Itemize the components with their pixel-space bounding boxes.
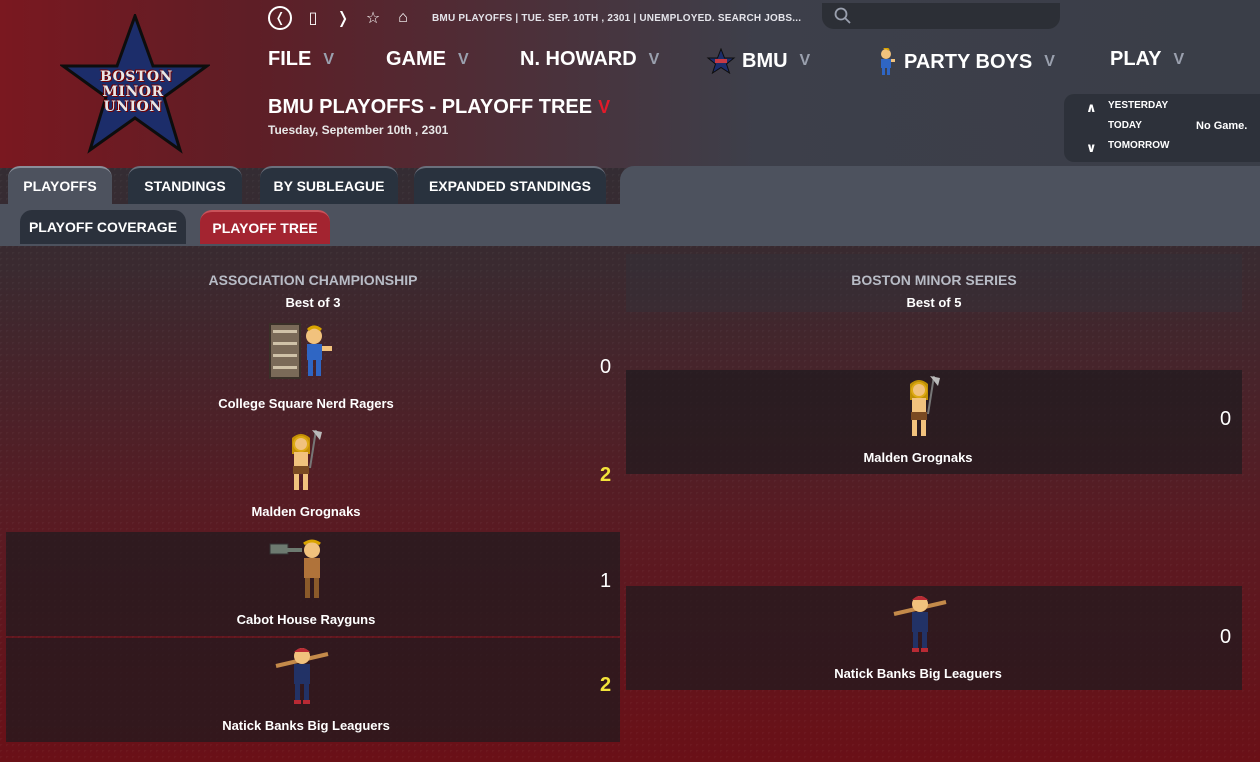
menu-game[interactable]: GAME V <box>386 48 469 71</box>
team-mascot-icon <box>881 48 895 75</box>
yesterday-link[interactable]: YESTERDAY <box>1108 100 1168 111</box>
round-name: BOSTON MINOR SERIES <box>851 272 1017 288</box>
logo-line-1: BOSTON <box>100 69 173 85</box>
menu-team-label: PARTY BOYS <box>904 50 1033 73</box>
baseball-mascot-icon <box>893 596 947 652</box>
menu-file-label: FILE <box>268 48 312 70</box>
team-name: Malden Grognaks <box>251 504 361 519</box>
team-name: Cabot House Rayguns <box>236 612 376 627</box>
round-header: ASSOCIATION CHAMPIONSHIP Best of 3 <box>6 254 620 312</box>
round-format: Best of 5 <box>906 295 962 310</box>
team-score: 2 <box>600 464 612 486</box>
chevron-up-icon[interactable]: ∧ <box>1086 100 1097 116</box>
tab-by-subleague[interactable]: BY SUBLEAGUE <box>260 166 398 204</box>
barbarian-mascot-icon <box>910 375 940 436</box>
search-input[interactable] <box>822 3 1060 29</box>
chevron-down-icon: V <box>648 50 660 68</box>
team-card[interactable]: Malden Grognaks 2 <box>6 424 620 530</box>
logo-line-2: MINOR <box>102 84 164 100</box>
chevron-down-icon: V <box>458 50 469 68</box>
menu-manager-label: N. HOWARD <box>520 48 637 70</box>
page-title[interactable]: BMU PLAYOFFS - PLAYOFF TREE V <box>268 96 610 119</box>
breadcrumb: BMU PLAYOFFS | TUE. SEP. 10TH , 2301 | U… <box>432 12 802 24</box>
menu-manager[interactable]: N. HOWARD V <box>520 48 659 71</box>
menu-league-label: BMU <box>742 49 788 72</box>
playoff-tree: ASSOCIATION CHAMPIONSHIP Best of 3 BOSTO… <box>0 246 1260 762</box>
home-icon[interactable]: ⌂ <box>394 9 412 27</box>
team-name: College Square Nerd Ragers <box>218 396 394 411</box>
team-card[interactable]: Cabot House Rayguns 1 <box>6 532 620 636</box>
subtab-playoff-tree[interactable]: PLAYOFF TREE <box>200 210 330 244</box>
square-icon[interactable]: ▯ <box>304 8 322 28</box>
day-navigator: ∧ YESTERDAY TODAY No Game. ∨ TOMORROW <box>1064 94 1260 162</box>
page-title-text: BMU PLAYOFFS - PLAYOFF TREE <box>268 96 593 118</box>
subtab-bar <box>0 204 1260 246</box>
round-header: BOSTON MINOR SERIES Best of 5 <box>626 254 1242 312</box>
round-name: ASSOCIATION CHAMPIONSHIP <box>208 272 418 288</box>
team-card[interactable]: Natick Banks Big Leaguers 2 <box>6 638 620 742</box>
team-name: Natick Banks Big Leaguers <box>834 666 1002 681</box>
menu-play[interactable]: PLAY V <box>1110 48 1184 71</box>
chevron-down-icon: V <box>323 50 335 68</box>
team-score: 1 <box>600 570 612 592</box>
today-link[interactable]: TODAY <box>1108 120 1142 131</box>
team-card[interactable]: Natick Banks Big Leaguers 0 <box>626 586 1242 690</box>
team-score: 0 <box>600 356 612 378</box>
chevron-down-icon: V <box>598 97 611 117</box>
baseball-mascot-icon <box>275 648 329 704</box>
subtab-playoff-coverage[interactable]: PLAYOFF COVERAGE <box>20 210 186 244</box>
menu-play-label: PLAY <box>1110 48 1162 70</box>
team-score: 0 <box>1220 408 1232 430</box>
chevron-down-icon[interactable]: ∨ <box>1086 140 1097 156</box>
team-name: Natick Banks Big Leaguers <box>222 718 390 733</box>
barbarian-mascot-icon <box>292 429 322 490</box>
main-menu: FILE V GAME V N. HOWARD V BMU V PARTY BO… <box>268 48 1258 78</box>
tomorrow-link[interactable]: TOMORROW <box>1108 140 1169 151</box>
page-date: Tuesday, September 10th , 2301 <box>268 123 449 137</box>
nerd-mascot-icon <box>269 323 332 379</box>
search-icon <box>834 7 851 24</box>
team-score: 0 <box>1220 626 1232 648</box>
star-icon[interactable]: ☆ <box>364 8 382 28</box>
team-score: 2 <box>600 674 612 696</box>
team-card[interactable]: Malden Grognaks 0 <box>626 370 1242 474</box>
tab-playoffs[interactable]: PLAYOFFS <box>8 166 112 204</box>
raygun-mascot-icon <box>269 539 321 598</box>
round-format: Best of 3 <box>285 295 341 310</box>
tab-expanded-standings[interactable]: EXPANDED STANDINGS <box>414 166 606 204</box>
team-card[interactable]: College Square Nerd Ragers 0 <box>6 316 620 422</box>
menu-game-label: GAME <box>386 48 446 70</box>
menu-league[interactable]: BMU V <box>706 48 810 74</box>
chevron-down-icon: V <box>1044 53 1055 70</box>
chevron-down-icon: V <box>1173 50 1185 68</box>
logo-wordmark: BOSTON MINOR UNION <box>100 69 173 115</box>
menu-team[interactable]: PARTY BOYS V <box>874 48 1055 76</box>
league-star-icon <box>706 48 736 74</box>
app-header: BOSTON MINOR UNION ❬ ▯ ❭ ☆ ⌂ BMU PLAYOFF… <box>0 0 1260 168</box>
back-icon[interactable]: ❬ <box>268 6 292 30</box>
logo-line-3: UNION <box>103 99 163 115</box>
today-status: No Game. <box>1196 120 1248 132</box>
menu-file[interactable]: FILE V <box>268 48 334 71</box>
chevron-down-icon: V <box>799 52 811 69</box>
tab-standings[interactable]: STANDINGS <box>128 166 242 204</box>
tab-bar-background <box>620 166 1260 206</box>
team-name: Malden Grognaks <box>863 450 973 465</box>
forward-icon[interactable]: ❭ <box>334 8 352 28</box>
top-nav-bar: ❬ ▯ ❭ ☆ ⌂ BMU PLAYOFFS | TUE. SEP. 10TH … <box>268 6 801 30</box>
